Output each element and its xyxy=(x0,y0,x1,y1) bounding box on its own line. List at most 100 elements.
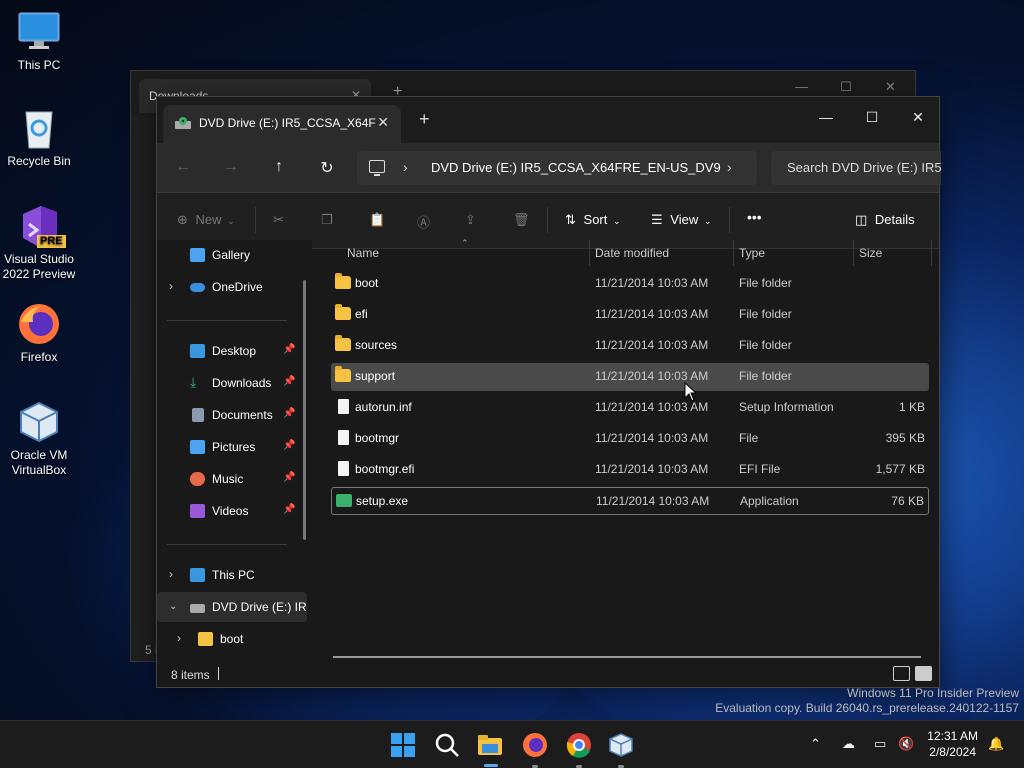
column-header-date[interactable]: Date modified xyxy=(595,246,669,272)
desktop-icon-virtualbox[interactable]: Oracle VM VirtualBox xyxy=(1,400,77,478)
monitor-icon xyxy=(17,10,61,54)
address-bar[interactable]: › DVD Drive (E:) IR5_CCSA_X64FRE_EN-US_D… xyxy=(357,151,757,185)
volume-muted-icon[interactable]: 🔇 xyxy=(898,736,914,752)
details-button[interactable]: ◫ Details xyxy=(855,212,915,228)
sidebar-item-this-pc[interactable]: › This PC xyxy=(157,560,307,590)
sidebar-item-boot[interactable]: › boot xyxy=(157,624,307,654)
sort-icon: ⇅ xyxy=(565,212,576,227)
column-header-type[interactable]: Type xyxy=(739,246,765,272)
file-row[interactable]: boot 11/21/2014 10:03 AM File folder xyxy=(331,270,929,298)
dvd-drive-icon xyxy=(190,604,205,613)
paste-icon[interactable]: 📋 xyxy=(369,212,385,228)
close-tab-icon[interactable]: ✕ xyxy=(377,114,389,131)
file-type: File folder xyxy=(739,338,792,352)
maximize-icon[interactable]: ☐ xyxy=(849,102,895,132)
folder-icon xyxy=(335,273,351,289)
sidebar-item-gallery[interactable]: Gallery xyxy=(157,240,307,270)
file-row[interactable]: sources 11/21/2014 10:03 AM File folder xyxy=(331,332,929,360)
new-button[interactable]: ⊕ New ⌄ xyxy=(177,212,235,228)
firefox-icon[interactable] xyxy=(522,732,548,758)
tab-title: DVD Drive (E:) IR5_CCSA_X64F xyxy=(199,116,376,130)
pin-icon[interactable]: 📌 xyxy=(283,440,295,451)
maximize-icon[interactable]: ☐ xyxy=(840,79,852,95)
pin-icon[interactable]: 📌 xyxy=(283,376,295,387)
notification-bell-icon[interactable]: 🔔 xyxy=(988,736,1004,752)
file-date: 11/21/2014 10:03 AM xyxy=(596,494,710,508)
item-count: 8 items xyxy=(171,668,210,682)
sidebar-item-videos[interactable]: Videos 📌 xyxy=(157,496,307,526)
plus-circle-icon: ⊕ xyxy=(177,212,188,227)
more-options-button[interactable]: ••• xyxy=(747,209,762,225)
view-button[interactable]: ☰ View ⌄ xyxy=(651,212,711,228)
file-size: 395 KB xyxy=(885,431,925,445)
minimize-icon[interactable]: — xyxy=(795,79,808,94)
sidebar-item-onedrive[interactable]: › OneDrive xyxy=(157,272,307,302)
virtualbox-icon[interactable] xyxy=(608,732,634,758)
desktop-icon-visual-studio[interactable]: PRE Visual Studio 2022 Preview xyxy=(1,204,77,282)
cloud-offline-icon[interactable]: ☁ xyxy=(842,736,855,752)
chevron-right-icon[interactable]: › xyxy=(169,279,173,293)
chevron-up-icon[interactable]: ⌃ xyxy=(810,736,821,752)
file-row[interactable]: autorun.inf 11/21/2014 10:03 AM Setup Info… xyxy=(331,394,929,422)
sidebar-item-music[interactable]: Music 📌 xyxy=(157,464,307,494)
sidebar-item-downloads[interactable]: ⤓ Downloads 📌 xyxy=(157,368,307,398)
sort-button[interactable]: ⇅ Sort ⌄ xyxy=(565,212,621,228)
sidebar-scrollbar[interactable] xyxy=(303,280,306,540)
file-name: setup.exe xyxy=(356,494,409,508)
file-name: bootmgr xyxy=(355,431,400,445)
refresh-icon[interactable]: ↻ xyxy=(317,158,337,178)
minimize-icon[interactable]: — xyxy=(803,102,849,132)
up-arrow-icon[interactable]: ↑ xyxy=(269,158,289,176)
pin-icon[interactable]: 📌 xyxy=(283,504,295,515)
file-row[interactable]: support 11/21/2014 10:03 AM File folder xyxy=(331,363,929,391)
share-icon[interactable]: ⇪ xyxy=(465,212,476,228)
chevron-right-icon[interactable]: › xyxy=(727,159,732,175)
chrome-icon[interactable] xyxy=(566,732,592,758)
column-header-name[interactable]: Name xyxy=(347,246,379,272)
file-row[interactable]: setup.exe 11/21/2014 10:03 AM Application 7… xyxy=(331,487,929,515)
file-row[interactable]: bootmgr 11/21/2014 10:03 AM File 395 KB xyxy=(331,425,929,453)
copy-icon[interactable]: ❐ xyxy=(321,212,333,228)
chevron-down-icon[interactable]: ⌄ xyxy=(169,601,177,612)
start-icon[interactable] xyxy=(390,732,416,758)
file-row[interactable]: efi 11/21/2014 10:03 AM File folder xyxy=(331,301,929,329)
close-window-icon[interactable]: ✕ xyxy=(895,102,941,132)
sidebar-item-pictures[interactable]: Pictures 📌 xyxy=(157,432,307,462)
recycle-bin-icon xyxy=(17,106,61,150)
explorer-window[interactable]: DVD Drive (E:) IR5_CCSA_X64F ✕ + — ☐ ✕ ←… xyxy=(156,96,941,688)
tab-dvd-drive[interactable]: DVD Drive (E:) IR5_CCSA_X64F ✕ xyxy=(163,105,401,143)
network-icon[interactable]: ▭ xyxy=(874,736,886,752)
sidebar-item-documents[interactable]: Documents 📌 xyxy=(157,400,307,430)
chevron-right-icon[interactable]: › xyxy=(403,159,408,175)
tiles-view-icon[interactable] xyxy=(915,666,932,681)
column-header-size[interactable]: Size xyxy=(859,246,882,272)
horizontal-scrollbar[interactable] xyxy=(333,656,921,658)
file-date: 11/21/2014 10:03 AM xyxy=(595,400,709,414)
chevron-right-icon[interactable]: › xyxy=(169,567,173,581)
pin-icon[interactable]: 📌 xyxy=(283,408,295,419)
delete-icon[interactable]: 🗑 xyxy=(513,212,530,228)
file-type: EFI File xyxy=(739,462,781,476)
sidebar-item-desktop[interactable]: Desktop 📌 xyxy=(157,336,307,366)
desktop-icon-recycle-bin[interactable]: Recycle Bin xyxy=(1,106,77,169)
sidebar-item-dvd-drive[interactable]: ⌄ DVD Drive (E:) IR xyxy=(157,592,307,622)
close-icon[interactable]: ✕ xyxy=(885,79,896,95)
watermark-line-2: Evaluation copy. Build 26040.rs_prerelea… xyxy=(715,701,1019,715)
back-arrow-icon[interactable]: ← xyxy=(173,158,193,176)
desktop-icon-firefox[interactable]: Firefox xyxy=(1,302,77,365)
cut-icon[interactable]: ✂ xyxy=(273,212,284,228)
file-row[interactable]: bootmgr.efi 11/21/2014 10:03 AM EFI File 1,… xyxy=(331,456,929,484)
chevron-right-icon[interactable]: › xyxy=(177,631,181,645)
file-explorer-icon[interactable] xyxy=(477,732,503,758)
rename-icon[interactable]: Ⓐ xyxy=(417,212,430,231)
forward-arrow-icon[interactable]: → xyxy=(221,158,241,176)
new-tab-icon[interactable]: + xyxy=(419,110,430,128)
pin-icon[interactable]: 📌 xyxy=(283,344,295,355)
pin-icon[interactable]: 📌 xyxy=(283,472,295,483)
desktop-icon-this-pc[interactable]: This PC xyxy=(1,10,77,73)
search-input[interactable]: Search DVD Drive (E:) IR5 xyxy=(771,151,941,185)
search-icon[interactable] xyxy=(434,732,460,758)
details-view-icon[interactable] xyxy=(893,666,910,681)
clock[interactable]: 12:31 AM 2/8/2024 xyxy=(927,728,978,760)
breadcrumb[interactable]: DVD Drive (E:) IR5_CCSA_X64FRE_EN-US_DV9 xyxy=(431,160,721,175)
